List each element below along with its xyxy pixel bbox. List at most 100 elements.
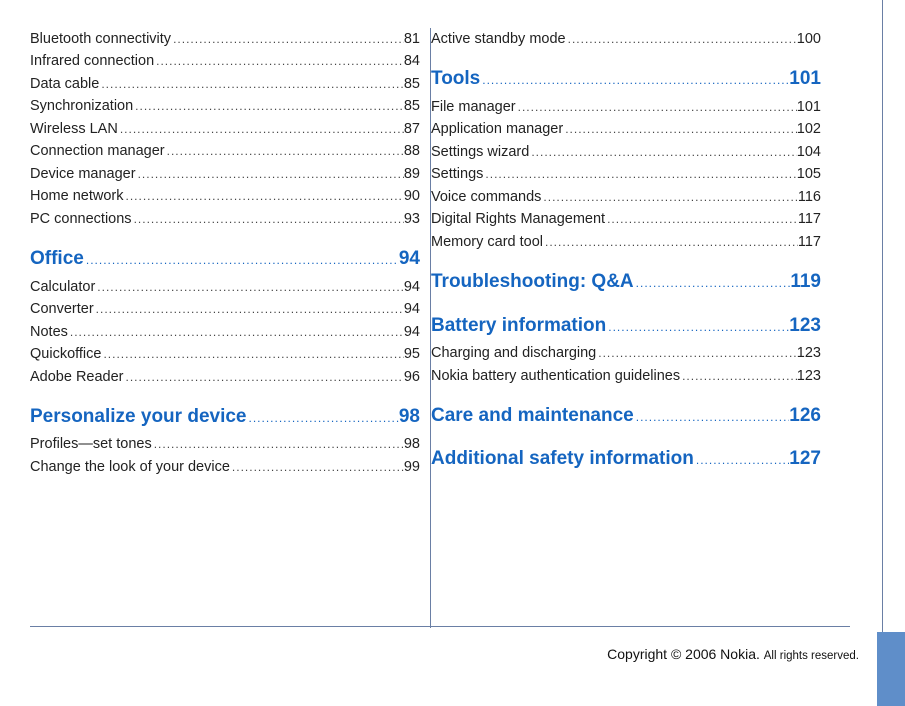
- copyright-main: Copyright © 2006 Nokia.: [607, 646, 760, 662]
- toc-leader-dots: [596, 344, 797, 363]
- toc-entry-title: Quickoffice: [30, 343, 101, 365]
- toc-entry[interactable]: Infrared connection 84: [30, 50, 420, 72]
- toc-entry[interactable]: Bluetooth connectivity81: [30, 28, 420, 50]
- toc-leader-dots: [68, 323, 404, 342]
- toc-entry-page: 94: [404, 298, 420, 320]
- toc-entry-title: Application manager: [431, 118, 563, 140]
- toc-entry-page: 93: [404, 208, 420, 230]
- toc-entry-page: 123: [789, 311, 821, 340]
- toc-entry[interactable]: Synchronization85: [30, 95, 420, 117]
- toc-leader-dots: [133, 97, 404, 116]
- toc-entry-page: 98: [404, 433, 420, 455]
- toc-entry[interactable]: Application manager 102: [431, 118, 821, 140]
- toc-leader-dots: [634, 408, 790, 427]
- toc-section-heading[interactable]: Additional safety information127: [431, 444, 821, 473]
- toc-entry[interactable]: Active standby mode 100: [431, 28, 821, 50]
- toc-entry-page: 119: [790, 267, 821, 296]
- toc-entry-page: 88: [404, 140, 420, 162]
- toc-entry-page: 99: [404, 456, 420, 478]
- toc-leader-dots: [99, 75, 404, 94]
- toc-entry[interactable]: Calculator 94: [30, 276, 420, 298]
- toc-entry-page: 94: [404, 321, 420, 343]
- toc-entry-title: Care and maintenance: [431, 401, 634, 430]
- toc-entry-page: 102: [797, 118, 821, 140]
- toc-entry[interactable]: Device manager89: [30, 163, 420, 185]
- toc-entry-page: 100: [797, 28, 821, 50]
- toc-leader-dots: [516, 98, 797, 117]
- toc-section-heading[interactable]: Troubleshooting: Q&A119: [431, 267, 821, 296]
- toc-leader-dots: [694, 451, 789, 470]
- toc-leader-dots: [123, 187, 403, 206]
- toc-leader-dots: [247, 409, 399, 428]
- toc-entry[interactable]: Wireless LAN87: [30, 118, 420, 140]
- toc-entry[interactable]: Settings wizard104: [431, 141, 821, 163]
- toc-entry[interactable]: Connection manager 88: [30, 140, 420, 162]
- toc-leader-dots: [606, 318, 789, 337]
- toc-entry[interactable]: PC connections93: [30, 208, 420, 230]
- toc-entry-title: Office: [30, 244, 84, 273]
- toc-entry-page: 104: [797, 141, 821, 163]
- toc-entry-title: Battery information: [431, 311, 606, 340]
- toc-entry-page: 116: [798, 186, 821, 208]
- toc-column-right: Active standby mode 100 Tools101 File manag…: [431, 28, 831, 598]
- toc-entry-title: Bluetooth connectivity: [30, 28, 171, 50]
- toc-entry-title: Data cable: [30, 73, 99, 95]
- toc-leader-dots: [94, 300, 404, 319]
- toc-entry[interactable]: Home network90: [30, 185, 420, 207]
- toc-entry-page: 87: [404, 118, 420, 140]
- toc-entry-title: Nokia battery authentication guidelines: [431, 365, 680, 387]
- toc-entry[interactable]: Profiles—set tones 98: [30, 433, 420, 455]
- toc-entry-title: Change the look of your device: [30, 456, 230, 478]
- toc-column-left: Bluetooth connectivity81Infrared connect…: [30, 28, 430, 598]
- toc-section-heading[interactable]: Office94: [30, 244, 420, 273]
- toc-entry-title: Infrared connection: [30, 50, 154, 72]
- toc-entry-page: 117: [798, 231, 821, 253]
- toc-section-heading[interactable]: Care and maintenance 126: [431, 401, 821, 430]
- toc-entry[interactable]: Nokia battery authentication guidelines 1…: [431, 365, 821, 387]
- toc-entry[interactable]: Charging and discharging 123: [431, 342, 821, 364]
- copyright-sub: All rights reserved.: [764, 650, 859, 662]
- toc-leader-dots: [95, 278, 404, 297]
- toc-leader-dots: [634, 274, 791, 293]
- toc-entry-page: 101: [789, 64, 821, 93]
- toc-entry-title: Connection manager: [30, 140, 165, 162]
- toc-entry-title: Charging and discharging: [431, 342, 596, 364]
- right-color-band: [877, 632, 905, 706]
- toc-entry[interactable]: Quickoffice95: [30, 343, 420, 365]
- bottom-rule: [30, 626, 850, 627]
- toc-entry[interactable]: Change the look of your device 99: [30, 456, 420, 478]
- toc-entry-page: 94: [404, 276, 420, 298]
- toc-entry-title: Memory card tool: [431, 231, 543, 253]
- toc-leader-dots: [101, 345, 403, 364]
- toc-entry[interactable]: Digital Rights Management117: [431, 208, 821, 230]
- toc-entry-page: 126: [789, 401, 821, 430]
- toc-entry-title: Personalize your device: [30, 402, 247, 431]
- toc-entry-page: 117: [798, 208, 821, 230]
- toc-entry-title: Additional safety information: [431, 444, 694, 473]
- toc-entry[interactable]: Data cable85: [30, 73, 420, 95]
- toc-entry-page: 123: [797, 342, 821, 364]
- toc-entry-title: Settings: [431, 163, 483, 185]
- toc-section-heading[interactable]: Tools101: [431, 64, 821, 93]
- toc-entry-title: Profiles—set tones: [30, 433, 152, 455]
- toc-entry[interactable]: Adobe Reader96: [30, 366, 420, 388]
- toc-entry[interactable]: Settings105: [431, 163, 821, 185]
- toc-entry-page: 84: [404, 50, 420, 72]
- toc-leader-dots: [529, 143, 796, 162]
- toc-entry-title: Device manager: [30, 163, 136, 185]
- toc-leader-dots: [541, 188, 797, 207]
- toc-entry[interactable]: Voice commands116: [431, 186, 821, 208]
- toc-leader-dots: [566, 30, 797, 49]
- toc-entry[interactable]: Memory card tool 117: [431, 231, 821, 253]
- toc-entry-title: Notes: [30, 321, 68, 343]
- toc-entry[interactable]: Notes 94: [30, 321, 420, 343]
- toc-section-heading[interactable]: Battery information 123: [431, 311, 821, 340]
- toc-entry-title: Active standby mode: [431, 28, 566, 50]
- toc-leader-dots: [118, 120, 404, 139]
- toc-section-heading[interactable]: Personalize your device98: [30, 402, 420, 431]
- toc-entry[interactable]: Converter94: [30, 298, 420, 320]
- toc-entry-title: Calculator: [30, 276, 95, 298]
- toc-entry[interactable]: File manager101: [431, 96, 821, 118]
- toc-entry-page: 123: [797, 365, 821, 387]
- toc-leader-dots: [605, 210, 798, 229]
